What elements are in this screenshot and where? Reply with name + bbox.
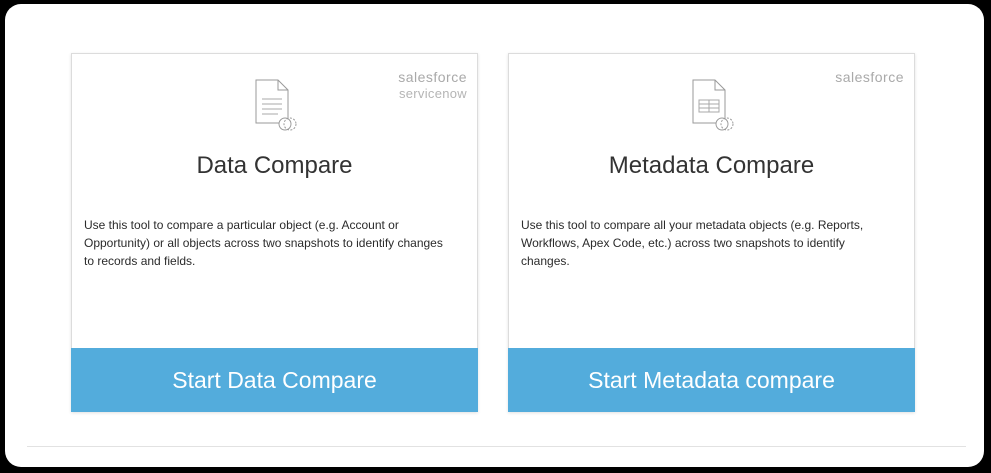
data-compare-card: salesforce servicenow Data Compare Use t… bbox=[71, 53, 478, 412]
card-description: Use this tool to compare all your metada… bbox=[521, 218, 864, 268]
card-title: Metadata Compare bbox=[608, 152, 815, 179]
brand-logos: salesforce servicenow bbox=[398, 68, 467, 102]
document-compare-icon bbox=[255, 79, 296, 131]
start-data-compare-button[interactable]: Start Data Compare bbox=[71, 348, 478, 412]
servicenow-logo: servicenow bbox=[398, 86, 467, 101]
start-metadata-compare-button[interactable]: Start Metadata compare bbox=[508, 348, 915, 412]
divider bbox=[27, 446, 966, 447]
table-document-compare-icon bbox=[692, 79, 733, 131]
app-window: salesforce servicenow Data Compare Use t… bbox=[5, 4, 984, 467]
brand-logos: salesforce bbox=[835, 68, 904, 86]
salesforce-logo: salesforce bbox=[398, 69, 467, 85]
card-description: Use this tool to compare a particular ob… bbox=[84, 218, 443, 268]
metadata-compare-card: salesforce Metadata Compare Use this too… bbox=[508, 53, 915, 412]
salesforce-logo: salesforce bbox=[835, 69, 904, 85]
card-title: Data Compare bbox=[196, 152, 353, 179]
